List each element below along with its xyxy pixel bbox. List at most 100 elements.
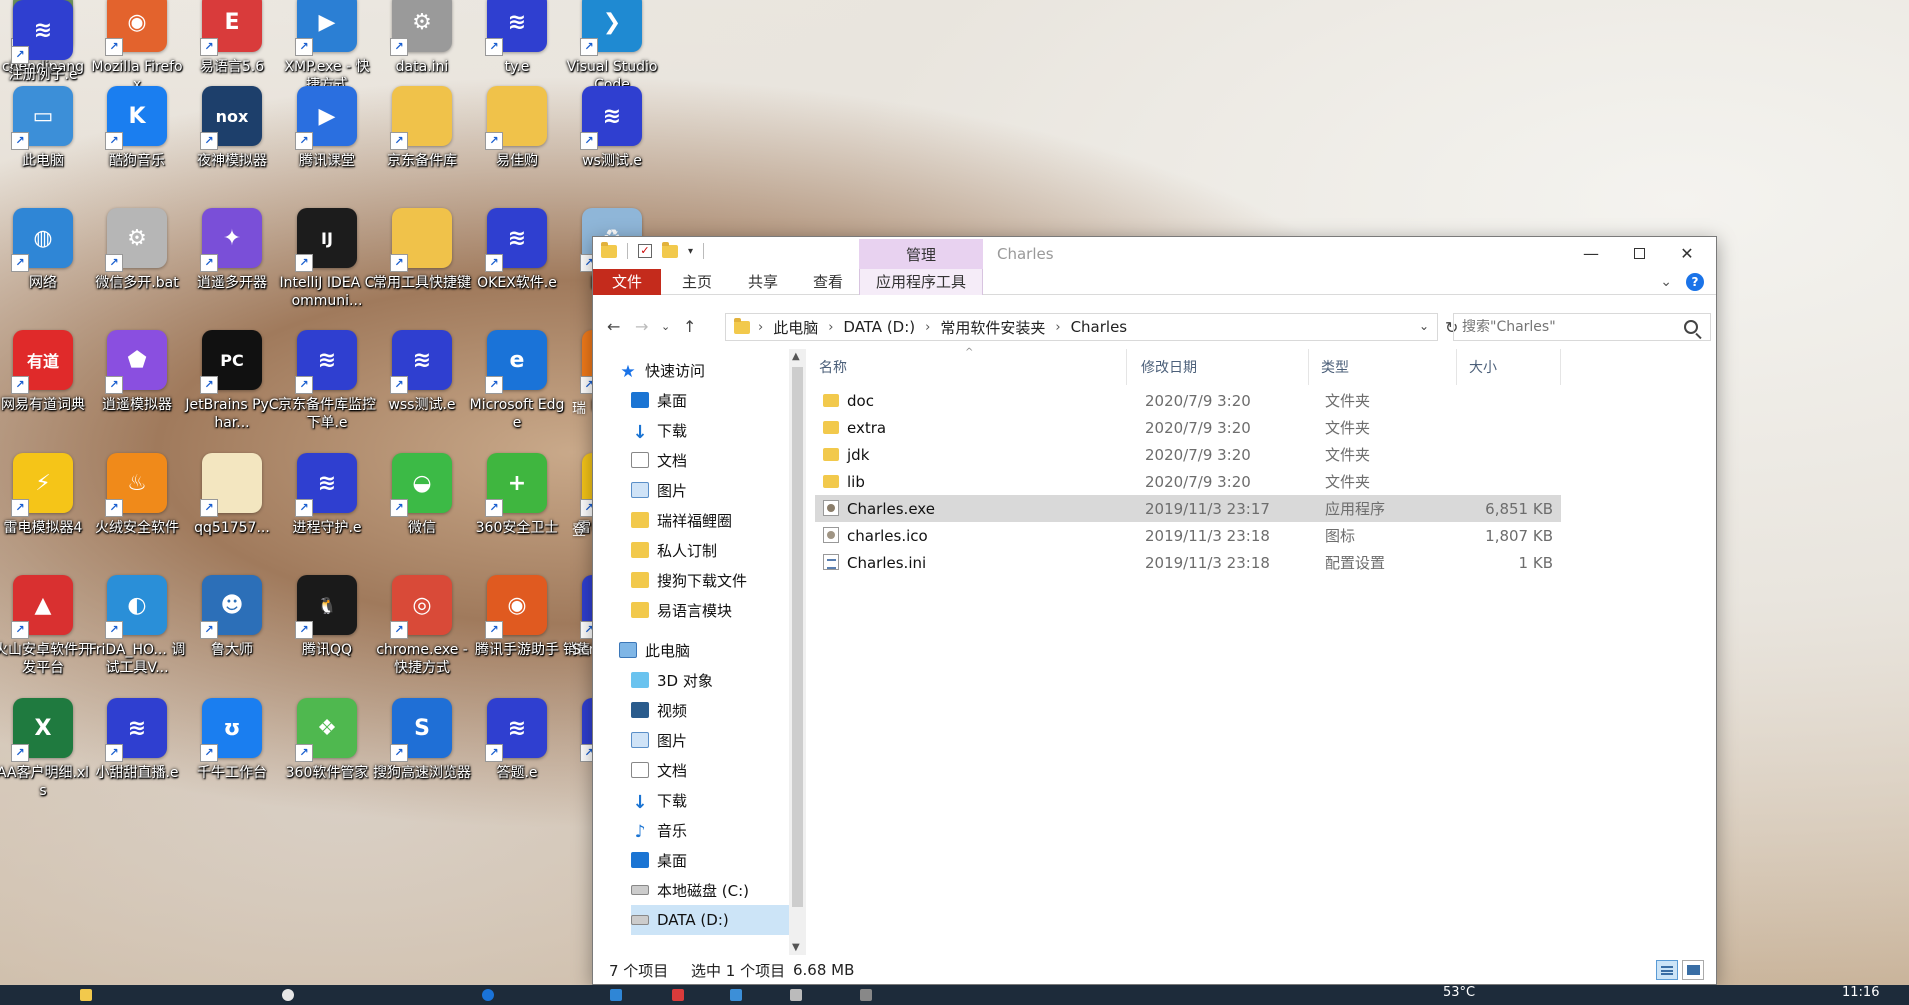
expand-ribbon-icon[interactable]: ⌄ <box>1660 274 1672 290</box>
desktop-icon[interactable]: ≋ 进程守护.e <box>280 453 374 573</box>
file-row[interactable]: Charles.ini 2019/11/3 23:18 配置设置 1 KB <box>815 549 1561 576</box>
nav-this-pc[interactable]: 此电脑 <box>619 635 789 665</box>
nav-pc-item[interactable]: 文档 <box>631 755 789 785</box>
file-row[interactable]: charles.ico 2019/11/3 23:18 图标 1,807 KB <box>815 522 1561 549</box>
desktop-icon[interactable]: ♨ 火绒安全软件 <box>90 453 184 573</box>
app-taskbar-icon[interactable] <box>860 989 872 1001</box>
desktop-icon[interactable]: ≋京东备件库监控下单.e <box>278 330 376 450</box>
details-view-button[interactable] <box>1656 960 1678 980</box>
desktop-icon[interactable]: ☻ 鲁大师 <box>185 575 279 695</box>
back-arrow-icon[interactable]: ← <box>607 317 620 336</box>
desktop-icon[interactable]: ≋ 小甜甜直播.e <box>90 698 184 818</box>
nav-pc-item[interactable]: ♪ 音乐 <box>631 815 789 845</box>
column-size[interactable]: 大小 <box>1457 349 1561 385</box>
large-icons-view-button[interactable] <box>1682 960 1704 980</box>
desktop-icon[interactable]: PCJetBrains PyChar... <box>185 330 279 450</box>
properties-icon[interactable]: ✓ <box>638 244 652 258</box>
up-arrow-icon[interactable]: ↑ <box>683 317 696 336</box>
file-explorer-window[interactable]: ✓ ▾ 管理 Charles — ✕ 文件 主页 共享 查看 应用程序工具 ⌄ … <box>592 236 1717 985</box>
app-taskbar-icon[interactable] <box>672 989 684 1001</box>
desktop-icon[interactable]: ▲火山安卓软件开发平台 <box>0 575 92 695</box>
desktop-icon[interactable]: ❖ 360软件管家 <box>280 698 374 818</box>
nav-pc-item[interactable]: DATA (D:) <box>631 905 789 935</box>
tab-file[interactable]: 文件 <box>593 269 661 295</box>
title-bar[interactable]: ✓ ▾ 管理 Charles — ✕ <box>593 237 1716 269</box>
explorer-taskbar-icon[interactable] <box>80 989 92 1001</box>
desktop-icon[interactable]: +360安全卫士 <box>470 453 564 573</box>
desktop-icon[interactable]: ⬟ 逍遥模拟器 <box>90 330 184 450</box>
chevron-right-icon[interactable]: › <box>758 320 763 335</box>
nav-folder-item[interactable]: 易语言模块 <box>631 595 789 625</box>
desktop-icon[interactable]: IJIntelliJ IDEA Communi... <box>280 208 374 328</box>
desktop-icon[interactable]: ʊ 千牛工作台 <box>185 698 279 818</box>
desktop-icon[interactable]: ◐FriDA_HO... 调试工具V... <box>89 575 185 695</box>
tab-view[interactable]: 查看 <box>798 269 858 295</box>
address-bar[interactable]: › 此电脑 › DATA (D:) › 常用软件安装夹 › Charles ⌄ <box>725 313 1438 341</box>
desktop-icon[interactable]: K 酷狗音乐 <box>90 86 184 206</box>
nav-folder-item[interactable]: 瑞祥福鲤圈 <box>631 505 789 535</box>
desktop-icon[interactable]: ▶ 腾讯课堂 <box>280 86 374 206</box>
nav-scrollbar[interactable]: ▲ ▼ <box>789 349 806 955</box>
file-row[interactable]: jdk 2020/7/9 3:20 文件夹 <box>815 441 1561 468</box>
search-box[interactable] <box>1453 313 1711 341</box>
desktop-icon[interactable]: ◎chrome.exe - 快捷方式 <box>375 575 469 695</box>
desktop-icon[interactable]: 易佳购 <box>470 86 564 206</box>
tab-application-tools[interactable]: 应用程序工具 <box>859 269 983 295</box>
desktop-icon[interactable]: ≋ wss测试.e <box>375 330 469 450</box>
chevron-right-icon[interactable]: › <box>1055 320 1060 335</box>
app-taskbar-icon[interactable] <box>610 989 622 1001</box>
recent-locations-icon[interactable]: ⌄ <box>661 320 670 333</box>
desktop-icon[interactable]: ≋ 注册例子.e <box>0 0 90 120</box>
tab-home[interactable]: 主页 <box>667 269 727 295</box>
desktop-icon[interactable]: ◍ 网络 <box>0 208 90 328</box>
desktop-icon[interactable]: nox 夜神模拟器 <box>185 86 279 206</box>
minimize-button[interactable]: — <box>1568 237 1614 269</box>
forward-arrow-icon[interactable]: → <box>635 317 648 336</box>
file-row[interactable]: lib 2020/7/9 3:20 文件夹 <box>815 468 1561 495</box>
desktop-icon[interactable]: ◉ 腾讯手游助手 <box>470 575 564 695</box>
nav-pinned-item[interactable]: ↓下载📌 <box>631 415 789 445</box>
nav-pc-item[interactable]: 3D 对象 <box>631 665 789 695</box>
nav-pinned-item[interactable]: 图片📌 <box>631 475 789 505</box>
desktop-icon[interactable]: eMicrosoft Edge <box>470 330 564 450</box>
desktop-icon[interactable]: 🐧 腾讯QQ <box>280 575 374 695</box>
breadcrumb-data-drive[interactable]: DATA (D:) <box>843 318 915 336</box>
nav-pc-item[interactable]: ↓ 下载 <box>631 785 789 815</box>
breadcrumb-this-pc[interactable]: 此电脑 <box>773 317 818 338</box>
close-button[interactable]: ✕ <box>1664 237 1710 269</box>
nav-folder-item[interactable]: 搜狗下载文件 <box>631 565 789 595</box>
breadcrumb-charles[interactable]: Charles <box>1071 318 1128 336</box>
new-folder-icon[interactable] <box>662 241 678 258</box>
tab-share[interactable]: 共享 <box>733 269 793 295</box>
nav-pc-item[interactable]: 桌面 <box>631 845 789 875</box>
nav-pc-item[interactable]: 视频 <box>631 695 789 725</box>
app-taskbar-icon[interactable] <box>730 989 742 1001</box>
desktop-icon[interactable]: 常用工具快捷键 <box>373 208 471 328</box>
desktop-icon[interactable]: ⚙ 微信多开.bat <box>90 208 184 328</box>
chevron-right-icon[interactable]: › <box>925 320 930 335</box>
file-row[interactable]: doc 2020/7/9 3:20 文件夹 <box>815 387 1561 414</box>
search-taskbar-icon[interactable] <box>282 989 294 1001</box>
desktop-icon[interactable]: ⚡ 雷电模拟器4 <box>0 453 90 573</box>
chevron-down-icon[interactable]: ▾ <box>688 246 693 257</box>
desktop-icon[interactable]: ≋ ws测试.e <box>565 86 659 206</box>
chevron-right-icon[interactable]: › <box>828 320 833 335</box>
desktop-icon[interactable]: ✦ 逍遥多开器 <box>185 208 279 328</box>
file-row[interactable]: extra 2020/7/9 3:20 文件夹 <box>815 414 1561 441</box>
column-name[interactable]: 名称 ^ <box>807 347 1127 385</box>
scrollbar-thumb[interactable] <box>792 367 803 907</box>
desktop-icon[interactable]: ≋ OKEX软件.e <box>470 208 564 328</box>
scroll-up-icon[interactable]: ▲ <box>792 351 800 362</box>
file-row[interactable]: Charles.exe 2019/11/3 23:17 应用程序 6,851 KB <box>815 495 1561 522</box>
maximize-button[interactable] <box>1616 237 1662 269</box>
column-date[interactable]: 修改日期 <box>1129 349 1309 385</box>
breadcrumb-software-folder[interactable]: 常用软件安装夹 <box>940 317 1045 338</box>
nav-pc-item[interactable]: 图片 <box>631 725 789 755</box>
scroll-down-icon[interactable]: ▼ <box>792 942 800 953</box>
nav-folder-item[interactable]: 私人订制 <box>631 535 789 565</box>
nav-pinned-item[interactable]: 文档📌 <box>631 445 789 475</box>
edge-taskbar-icon[interactable] <box>482 989 494 1001</box>
desktop-icon[interactable]: ◒ 微信 <box>375 453 469 573</box>
desktop-icon[interactable]: qq51757... <box>185 453 279 573</box>
desktop-icon[interactable]: 有道网易有道词典 <box>0 330 90 450</box>
